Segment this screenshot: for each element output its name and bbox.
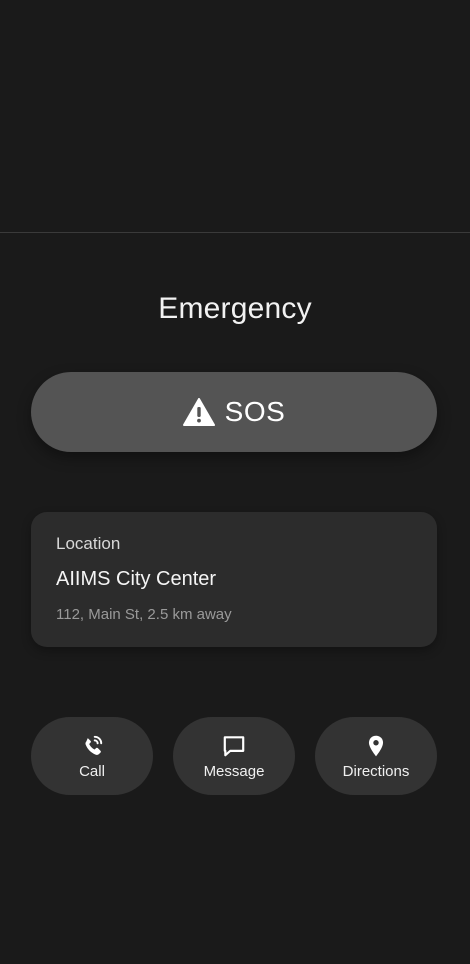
call-button[interactable]: Call bbox=[31, 717, 153, 795]
quick-actions: Call Message Directions bbox=[31, 717, 437, 795]
message-label: Message bbox=[203, 762, 265, 780]
phone-call-icon bbox=[85, 735, 103, 755]
location-name: AIIMS City Center bbox=[56, 568, 217, 590]
sos-button[interactable]: SOS bbox=[31, 372, 437, 452]
top-area bbox=[0, 0, 470, 232]
directions-button[interactable]: Directions bbox=[315, 717, 437, 795]
directions-label: Directions bbox=[342, 762, 410, 780]
map-pin-icon bbox=[368, 735, 384, 756]
location-address: 112, Main St, 2.5 km away bbox=[56, 606, 232, 623]
page-title: Emergency bbox=[158, 292, 312, 325]
emergency-screen: Emergency SOS Location AIIMS City Center… bbox=[0, 0, 470, 964]
warning-icon bbox=[182, 398, 215, 426]
location-heading: Location bbox=[56, 534, 121, 553]
message-button[interactable]: Message bbox=[173, 717, 295, 795]
message-icon bbox=[223, 735, 245, 756]
sos-label: SOS bbox=[224, 396, 286, 427]
location-card[interactable]: Location AIIMS City Center 112, Main St,… bbox=[31, 512, 437, 647]
divider bbox=[0, 232, 470, 233]
call-label: Call bbox=[79, 762, 105, 780]
